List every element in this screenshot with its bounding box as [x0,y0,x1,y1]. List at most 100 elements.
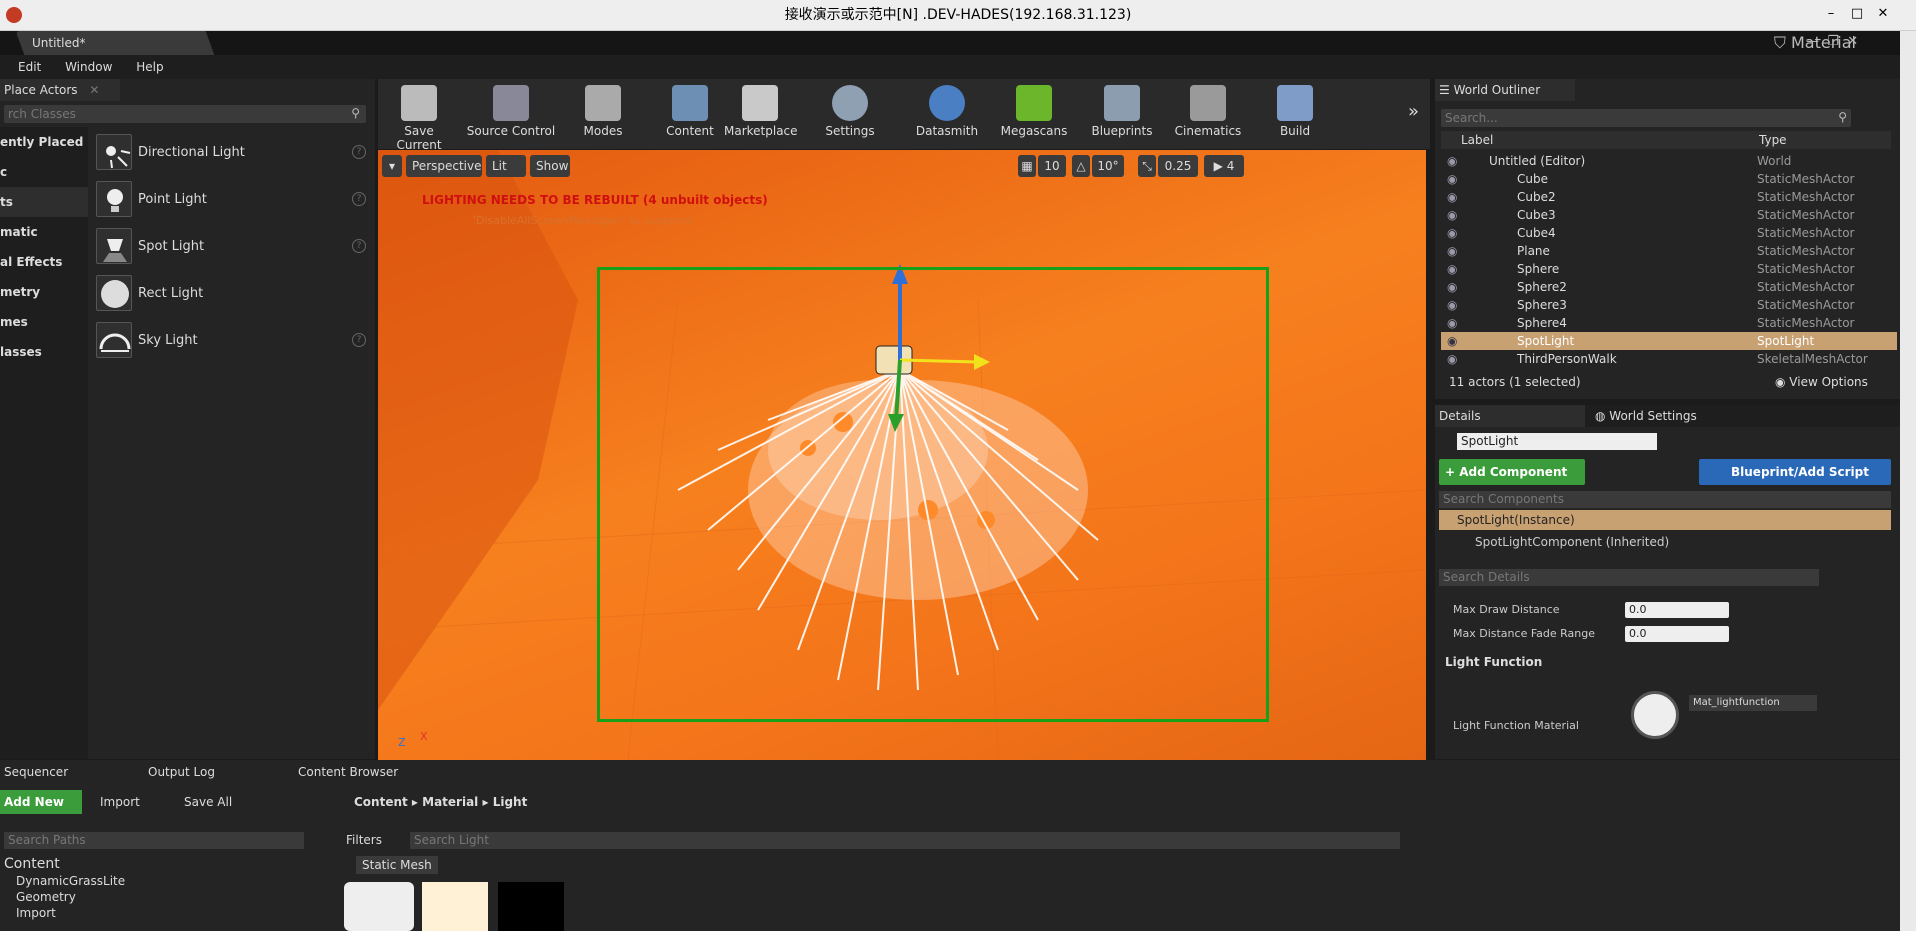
crumb-material[interactable]: Material [422,795,478,809]
light-function-section[interactable]: Light Function [1445,655,1542,669]
show-button[interactable]: Show [530,155,570,177]
import-button[interactable]: Import [100,790,140,814]
category-geometry[interactable]: metry [0,277,88,307]
outliner-row[interactable]: ◉ Plane StaticMeshActor [1441,242,1897,260]
help-icon[interactable]: ? [352,192,366,206]
minimize-button[interactable]: – [1820,4,1842,24]
megascans-button[interactable]: Megascans [998,79,1070,149]
asset-thumbnail[interactable] [498,882,564,931]
grid-snap-icon[interactable]: ▦ [1018,155,1036,177]
asset-search-input[interactable]: Search Light [410,832,1400,849]
category-volumes[interactable]: mes [0,307,88,337]
outliner-row-selected[interactable]: ◉ SpotLight SpotLight [1441,332,1897,350]
eye-icon[interactable]: ◉ [1447,170,1457,188]
eye-icon[interactable]: ◉ [1447,314,1457,332]
outliner-row[interactable]: ◉ Cube4 StaticMeshActor [1441,224,1897,242]
category-all-classes[interactable]: lasses [0,337,88,367]
asset-thumbnail[interactable] [422,882,488,931]
maximize-button[interactable]: □ [1846,4,1868,24]
blueprints-button[interactable]: Blueprints [1088,79,1156,149]
rotation-snap-value[interactable]: 10° [1092,155,1124,177]
tree-item[interactable]: Geometry [16,890,76,904]
actor-directional-light[interactable]: Directional Light ? [92,129,372,176]
class-search-input[interactable]: rch Classes ⚲ [4,105,366,123]
col-label-header[interactable]: Label [1461,131,1493,149]
actor-sky-light[interactable]: Sky Light ? [92,317,372,364]
camera-speed-value[interactable]: ▶ 4 [1204,155,1244,177]
content-button[interactable]: Content [660,79,720,149]
close-button[interactable]: ✕ [1872,4,1894,24]
outliner-row[interactable]: ◉ Sphere StaticMeshActor [1441,260,1897,278]
settings-button[interactable]: Settings [818,79,882,149]
search-paths-input[interactable]: Search Paths [4,832,304,849]
window-scrollbar[interactable] [1900,31,1916,931]
material-dropdown[interactable]: Mat_lightfunction [1689,695,1817,711]
max-draw-distance-field[interactable]: 0.0 [1625,602,1729,618]
perspective-button[interactable]: Perspective [406,155,482,177]
material-thumbnail[interactable] [1631,691,1679,739]
rotation-snap-icon[interactable]: △ [1072,155,1090,177]
editor-close-icon[interactable]: ✕ [1847,34,1858,49]
editor-restore-icon[interactable]: ❐ [1827,34,1839,49]
add-component-button[interactable]: + Add Component [1439,459,1585,485]
search-components-input[interactable]: Search Components [1439,491,1891,508]
save-current-button[interactable]: Save Current [384,79,454,152]
max-distance-fade-field[interactable]: 0.0 [1625,626,1729,642]
world-outliner-tab[interactable]: ☰ World Outliner [1435,79,1575,101]
details-tab[interactable]: Details [1435,405,1585,427]
category-cinematic[interactable]: matic [0,217,88,247]
eye-icon[interactable]: ◉ [1447,296,1457,314]
help-icon[interactable]: ? [352,145,366,159]
eye-icon[interactable]: ◉ [1447,188,1457,206]
actor-spot-light[interactable]: Spot Light ? [92,223,372,270]
eye-icon[interactable]: ◉ [1447,278,1457,296]
actor-name-field[interactable]: SpotLight [1457,433,1657,450]
outliner-search-input[interactable]: Search... ⚲ [1441,109,1851,127]
toolbar-overflow-icon[interactable]: » [1408,101,1419,122]
tree-item[interactable]: DynamicGrassLite [16,874,125,888]
crumb-content[interactable]: Content [354,795,408,809]
save-all-button[interactable]: Save All [184,790,232,814]
scale-snap-value[interactable]: 0.25 [1158,155,1198,177]
eye-icon[interactable]: ◉ [1447,224,1457,242]
lit-button[interactable]: Lit [486,155,526,177]
crumb-light[interactable]: Light [493,795,528,809]
eye-icon[interactable]: ◉ [1447,260,1457,278]
asset-thumbnail[interactable] [344,882,414,931]
viewport-options-button[interactable]: ▾ [382,155,402,177]
tab-content-browser[interactable]: Content Browser [298,760,398,784]
col-type-header[interactable]: Type [1759,131,1787,149]
spotlight-instance-row[interactable]: SpotLight(Instance) [1439,510,1891,530]
tree-item[interactable]: Import [16,906,56,920]
actor-point-light[interactable]: Point Light ? [92,176,372,223]
eye-icon[interactable]: ◉ [1447,152,1457,170]
view-options-button[interactable]: ◉ View Options [1775,375,1868,389]
category-lights[interactable]: ts [0,187,88,217]
level-viewport[interactable]: ▾ Perspective Lit Show ▦ 10 △ 10° ⤡ 0.25… [378,150,1426,760]
category-recently-placed[interactable]: ently Placed [0,127,88,157]
grid-size-value[interactable]: 10 [1038,155,1066,177]
menu-window[interactable]: Window [55,55,122,79]
eye-icon[interactable]: ◉ [1447,332,1457,350]
blueprint-add-script-button[interactable]: Blueprint/Add Script [1699,459,1891,485]
outliner-row[interactable]: ◉ Cube StaticMeshActor [1441,170,1897,188]
outliner-row[interactable]: ◉ Cube2 StaticMeshActor [1441,188,1897,206]
help-icon[interactable]: ? [352,239,366,253]
outliner-row[interactable]: ◉ Cube3 StaticMeshActor [1441,206,1897,224]
filters-button[interactable]: Filters [346,832,382,849]
datasmith-button[interactable]: Datasmith [912,79,982,149]
menu-help[interactable]: Help [126,55,173,79]
cinematics-button[interactable]: Cinematics [1174,79,1242,149]
level-tab[interactable]: Untitled* [15,31,215,55]
tab-sequencer[interactable]: Sequencer [4,760,68,784]
marketplace-button[interactable]: Marketplace [724,79,798,149]
close-tab-icon[interactable]: ✕ [89,83,99,97]
category-visual-effects[interactable]: al Effects [0,247,88,277]
eye-icon[interactable]: ◉ [1447,206,1457,224]
actor-rect-light[interactable]: Rect Light [92,270,372,317]
tree-content[interactable]: Content [4,856,60,872]
spotlight-component-row[interactable]: SpotLightComponent (Inherited) [1475,535,1669,549]
outliner-row[interactable]: ◉ Untitled (Editor) World [1441,152,1897,170]
editor-minimize-icon[interactable]: — [1806,34,1819,49]
category-basic[interactable]: c [0,157,88,187]
